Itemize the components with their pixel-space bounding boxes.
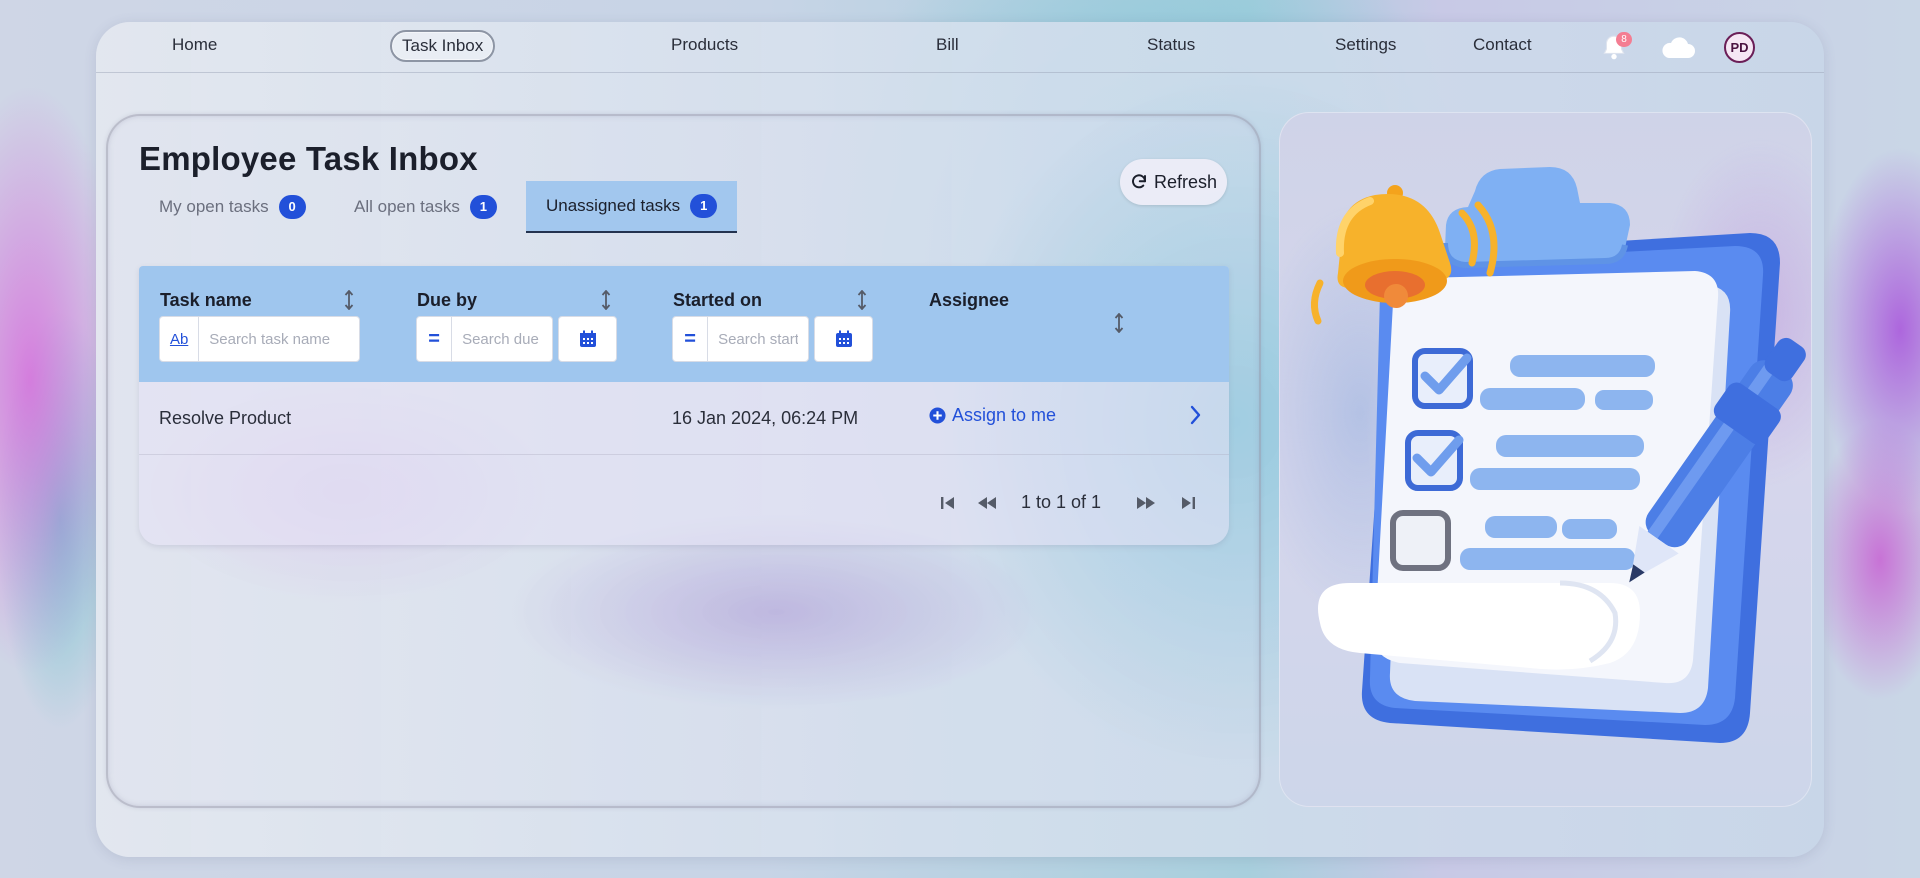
tab-my-open-tasks[interactable]: My open tasks 0 — [139, 181, 326, 233]
refresh-icon — [1132, 174, 1146, 189]
column-header-assignee[interactable]: Assignee — [929, 290, 1009, 311]
nav-bill[interactable]: Bill — [936, 34, 959, 56]
task-name-filter: Ab — [159, 316, 360, 362]
table-row[interactable]: Resolve Product 16 Jan 2024, 06:24 PM As… — [139, 382, 1229, 455]
notification-count-badge: 8 — [1616, 32, 1632, 47]
task-name-search-input[interactable] — [199, 317, 359, 361]
last-page-icon[interactable] — [1179, 494, 1197, 512]
notifications-button[interactable]: 8 — [1601, 32, 1632, 62]
due-by-calendar-button[interactable] — [558, 316, 617, 362]
nav-products[interactable]: Products — [671, 34, 738, 56]
tab-count-badge: 0 — [278, 195, 306, 219]
column-header-started-on[interactable]: Started on — [673, 290, 762, 311]
sort-icon[interactable] — [601, 290, 611, 310]
tab-count-badge: 1 — [690, 194, 718, 218]
refresh-label: Refresh — [1153, 171, 1218, 192]
tab-all-open-tasks[interactable]: All open tasks 1 — [334, 181, 517, 233]
refresh-button[interactable]: Refresh — [1120, 159, 1227, 205]
column-header-due-by[interactable]: Due by — [417, 290, 477, 311]
due-by-search-input[interactable] — [452, 317, 552, 361]
assign-to-me-label: Assign to me — [952, 405, 1057, 425]
text-filter-type-button[interactable]: Ab — [160, 317, 200, 361]
calendar-icon — [579, 330, 596, 347]
nav-contact[interactable]: Contact — [1473, 34, 1532, 56]
clipboard-checklist-illustration — [1311, 167, 1806, 743]
sort-icon[interactable] — [344, 290, 354, 310]
task-inbox-panel: Employee Task Inbox Refresh My open task… — [106, 114, 1261, 808]
first-page-icon[interactable] — [939, 494, 957, 512]
due-by-filter: = — [416, 316, 553, 362]
task-table: Task name Ab Due by = — [139, 266, 1229, 545]
equals-filter-type-button[interactable]: = — [417, 317, 453, 361]
nav-settings[interactable]: Settings — [1335, 34, 1396, 56]
started-on-search-input[interactable] — [708, 317, 808, 361]
plus-circle-icon — [929, 407, 946, 424]
started-on-calendar-button[interactable] — [814, 316, 873, 362]
assign-to-me-link[interactable]: Assign to me — [929, 405, 1056, 426]
sort-icon[interactable] — [857, 290, 867, 310]
table-header: Task name Ab Due by = — [139, 266, 1229, 382]
cloud-icon[interactable] — [1660, 36, 1696, 60]
tab-label: Unassigned tasks — [546, 196, 681, 215]
nav-home[interactable]: Home — [172, 34, 217, 56]
nav-task-inbox[interactable]: Task Inbox — [390, 30, 496, 62]
user-avatar[interactable]: PD — [1724, 32, 1755, 63]
task-tabs: My open tasks 0 All open tasks 1 Unassig… — [139, 181, 759, 233]
tab-label: All open tasks — [354, 197, 460, 216]
column-header-task-name[interactable]: Task name — [160, 290, 252, 311]
tab-label: My open tasks — [159, 197, 269, 216]
chevron-right-icon[interactable] — [1189, 404, 1203, 426]
task-name-cell: Resolve Product — [159, 408, 292, 428]
tab-unassigned-tasks[interactable]: Unassigned tasks 1 — [526, 181, 738, 233]
started-on-filter: = — [672, 316, 809, 362]
previous-page-icon[interactable] — [975, 494, 999, 512]
next-page-icon[interactable] — [1134, 494, 1158, 512]
sort-icon[interactable] — [1114, 313, 1124, 333]
page-title: Employee Task Inbox — [139, 140, 478, 177]
app-frame: Home Task Inbox Products Bill Status Set… — [96, 22, 1824, 857]
nav-status[interactable]: Status — [1147, 34, 1195, 56]
calendar-icon — [835, 330, 852, 347]
tab-count-badge: 1 — [469, 195, 497, 219]
equals-filter-type-button[interactable]: = — [673, 317, 709, 361]
pagination-summary: 1 to 1 of 1 — [1021, 492, 1102, 512]
top-nav: Home Task Inbox Products Bill Status Set… — [96, 22, 1824, 73]
clipboard-illustration — [1279, 112, 1812, 807]
started-on-cell: 16 Jan 2024, 06:24 PM — [672, 408, 859, 428]
